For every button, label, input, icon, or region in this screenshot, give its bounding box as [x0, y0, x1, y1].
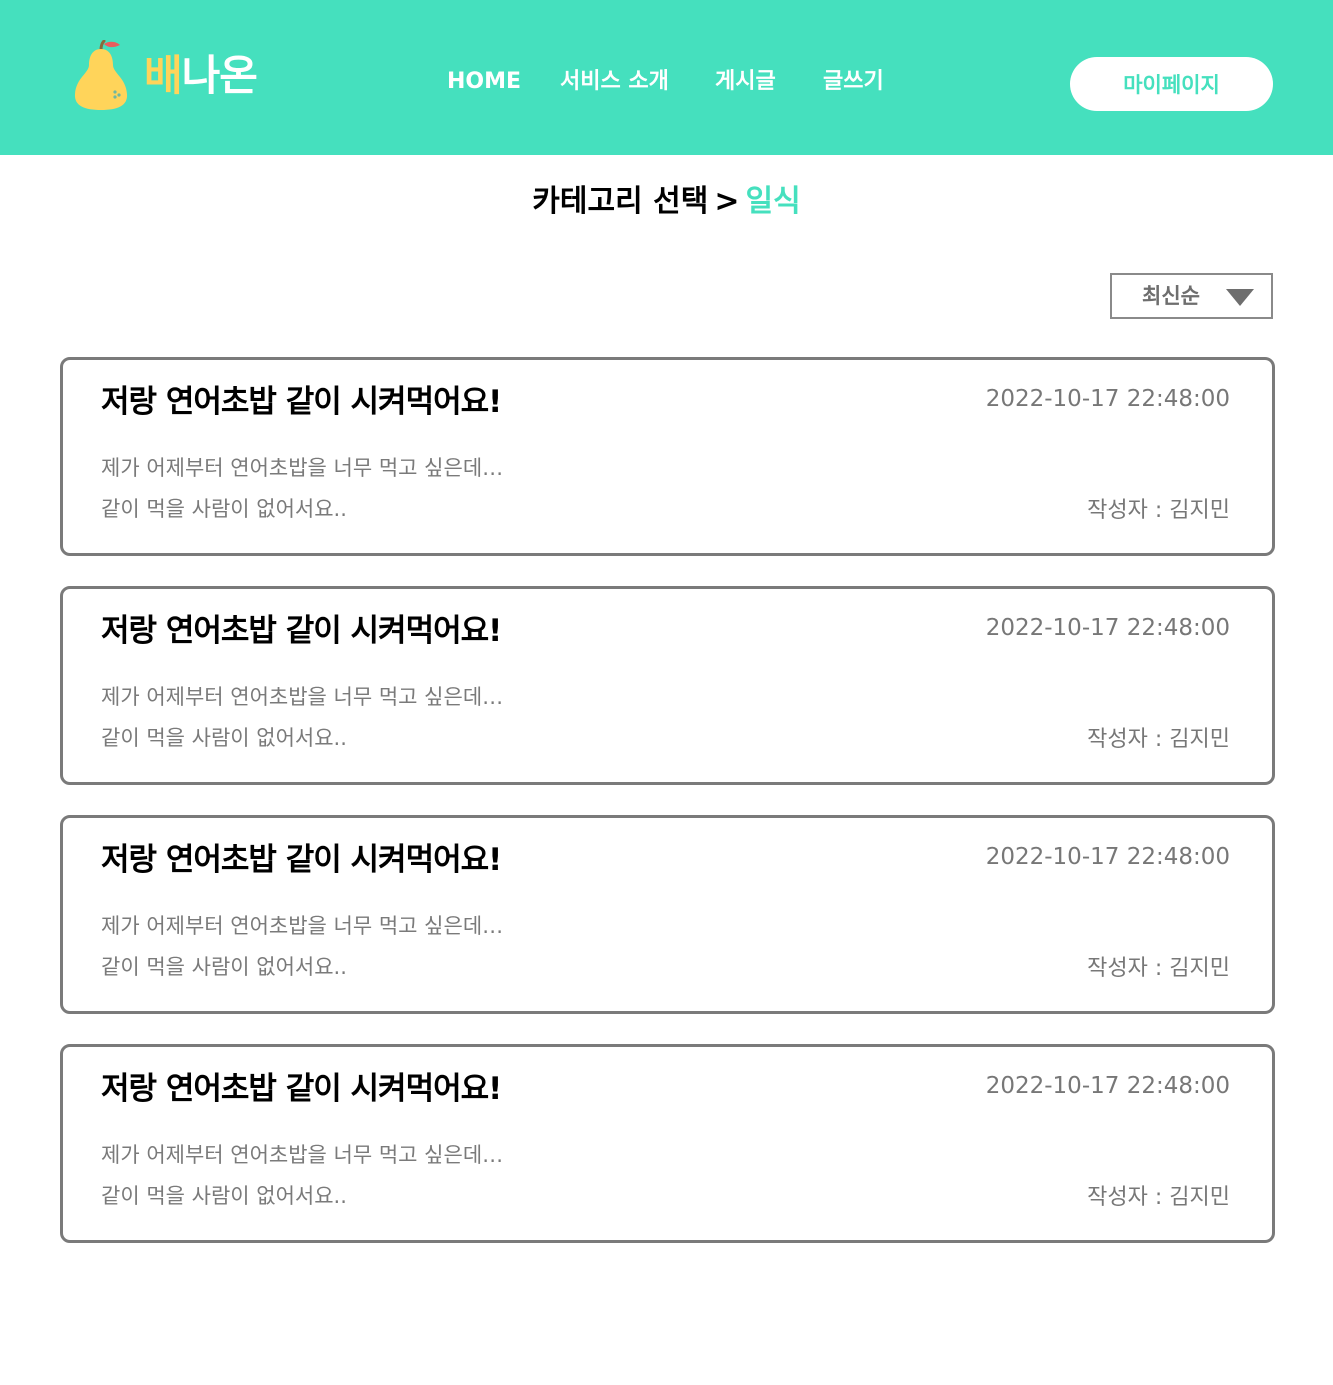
- post-title: 저랑 연어초밥 같이 시켜먹어요!: [101, 1071, 502, 1107]
- post-card[interactable]: 저랑 연어초밥 같이 시켜먹어요! 2022-10-17 22:48:00 제가…: [60, 1044, 1275, 1243]
- logo-text-accent: 배: [144, 51, 183, 100]
- caret-down-icon: [1226, 289, 1254, 306]
- post-date: 2022-10-17 22:48:00: [985, 386, 1230, 412]
- post-excerpt: 제가 어제부터 연어초밥을 너무 먹고 싶은데… 같이 먹을 사람이 없어서요.…: [101, 1135, 503, 1217]
- post-excerpt: 제가 어제부터 연어초밥을 너무 먹고 싶은데… 같이 먹을 사람이 없어서요.…: [101, 448, 503, 530]
- nav-posts[interactable]: 게시글: [715, 62, 776, 102]
- post-author: 작성자 : 김지민: [1087, 1185, 1230, 1210]
- post-excerpt-line: 제가 어제부터 연어초밥을 너무 먹고 싶은데…: [101, 685, 504, 709]
- sort-dropdown[interactable]: 최신순: [1110, 273, 1273, 319]
- post-date: 2022-10-17 22:48:00: [985, 615, 1230, 641]
- pear-icon: [72, 40, 130, 112]
- post-title: 저랑 연어초밥 같이 시켜먹어요!: [101, 613, 502, 649]
- sort-selected-label: 최신순: [1142, 284, 1200, 308]
- nav-home[interactable]: HOME: [447, 62, 521, 102]
- logo-text-main: 나온: [181, 51, 258, 100]
- nav-service-intro[interactable]: 서비스 소개: [560, 62, 669, 102]
- post-title: 저랑 연어초밥 같이 시켜먹어요!: [101, 842, 502, 878]
- post-date: 2022-10-17 22:48:00: [985, 1073, 1230, 1099]
- site-header: 배나온 HOME 서비스 소개 게시글 글쓰기 마이페이지: [0, 0, 1333, 155]
- post-excerpt-line: 같이 먹을 사람이 없어서요..: [101, 1184, 347, 1208]
- post-excerpt: 제가 어제부터 연어초밥을 너무 먹고 싶은데… 같이 먹을 사람이 없어서요.…: [101, 906, 503, 988]
- post-excerpt-line: 제가 어제부터 연어초밥을 너무 먹고 싶은데…: [101, 914, 504, 938]
- post-card[interactable]: 저랑 연어초밥 같이 시켜먹어요! 2022-10-17 22:48:00 제가…: [60, 815, 1275, 1014]
- post-title: 저랑 연어초밥 같이 시켜먹어요!: [101, 384, 502, 420]
- post-excerpt-line: 제가 어제부터 연어초밥을 너무 먹고 싶은데…: [101, 456, 504, 480]
- post-card[interactable]: 저랑 연어초밥 같이 시켜먹어요! 2022-10-17 22:48:00 제가…: [60, 586, 1275, 785]
- breadcrumb-current: 일식: [745, 184, 801, 219]
- post-excerpt: 제가 어제부터 연어초밥을 너무 먹고 싶은데… 같이 먹을 사람이 없어서요.…: [101, 677, 503, 759]
- logo-wordmark: 배나온: [144, 40, 258, 112]
- post-author: 작성자 : 김지민: [1087, 727, 1230, 752]
- post-excerpt-line: 같이 먹을 사람이 없어서요..: [101, 726, 347, 750]
- post-author: 작성자 : 김지민: [1087, 498, 1230, 523]
- post-excerpt-line: 제가 어제부터 연어초밥을 너무 먹고 싶은데…: [101, 1143, 504, 1167]
- breadcrumb-root[interactable]: 카테고리 선택: [532, 184, 708, 219]
- mypage-button[interactable]: 마이페이지: [1070, 57, 1273, 111]
- post-author: 작성자 : 김지민: [1087, 956, 1230, 981]
- post-date: 2022-10-17 22:48:00: [985, 844, 1230, 870]
- post-card[interactable]: 저랑 연어초밥 같이 시켜먹어요! 2022-10-17 22:48:00 제가…: [60, 357, 1275, 556]
- post-excerpt-line: 같이 먹을 사람이 없어서요..: [101, 955, 347, 979]
- breadcrumb: 카테고리 선택 > 일식: [0, 180, 1333, 224]
- breadcrumb-separator: >: [714, 184, 740, 219]
- nav-write[interactable]: 글쓰기: [823, 62, 884, 102]
- logo[interactable]: 배나온: [72, 40, 258, 112]
- post-excerpt-line: 같이 먹을 사람이 없어서요..: [101, 497, 347, 521]
